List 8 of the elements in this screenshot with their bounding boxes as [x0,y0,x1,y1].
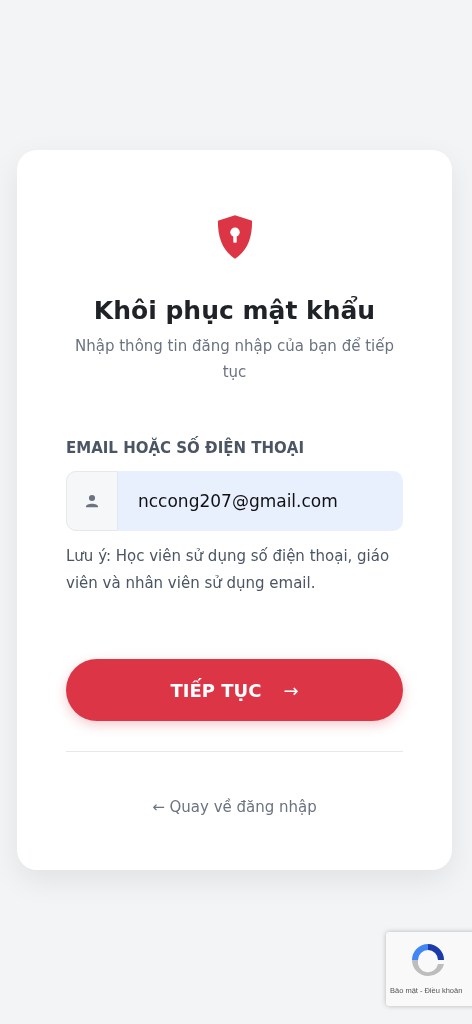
email-field[interactable]: nccong207@gmail.com [118,471,403,531]
continue-button[interactable]: TIẾP TỤC → [66,659,403,721]
subtitle: Nhập thông tin đăng nhập của bạn để tiếp tục [74,336,395,383]
page-title: Khôi phục mật khẩu [92,296,377,325]
user-icon [85,494,99,508]
hint-text: Lưu ý: Học viên sử dụng số điện thoại, giáo viên và nhân viên sử dụng email. [66,546,391,594]
shield-keyhole-icon [215,214,254,260]
back-to-login-link[interactable]: ← Quay về đăng nhập [152,798,317,816]
